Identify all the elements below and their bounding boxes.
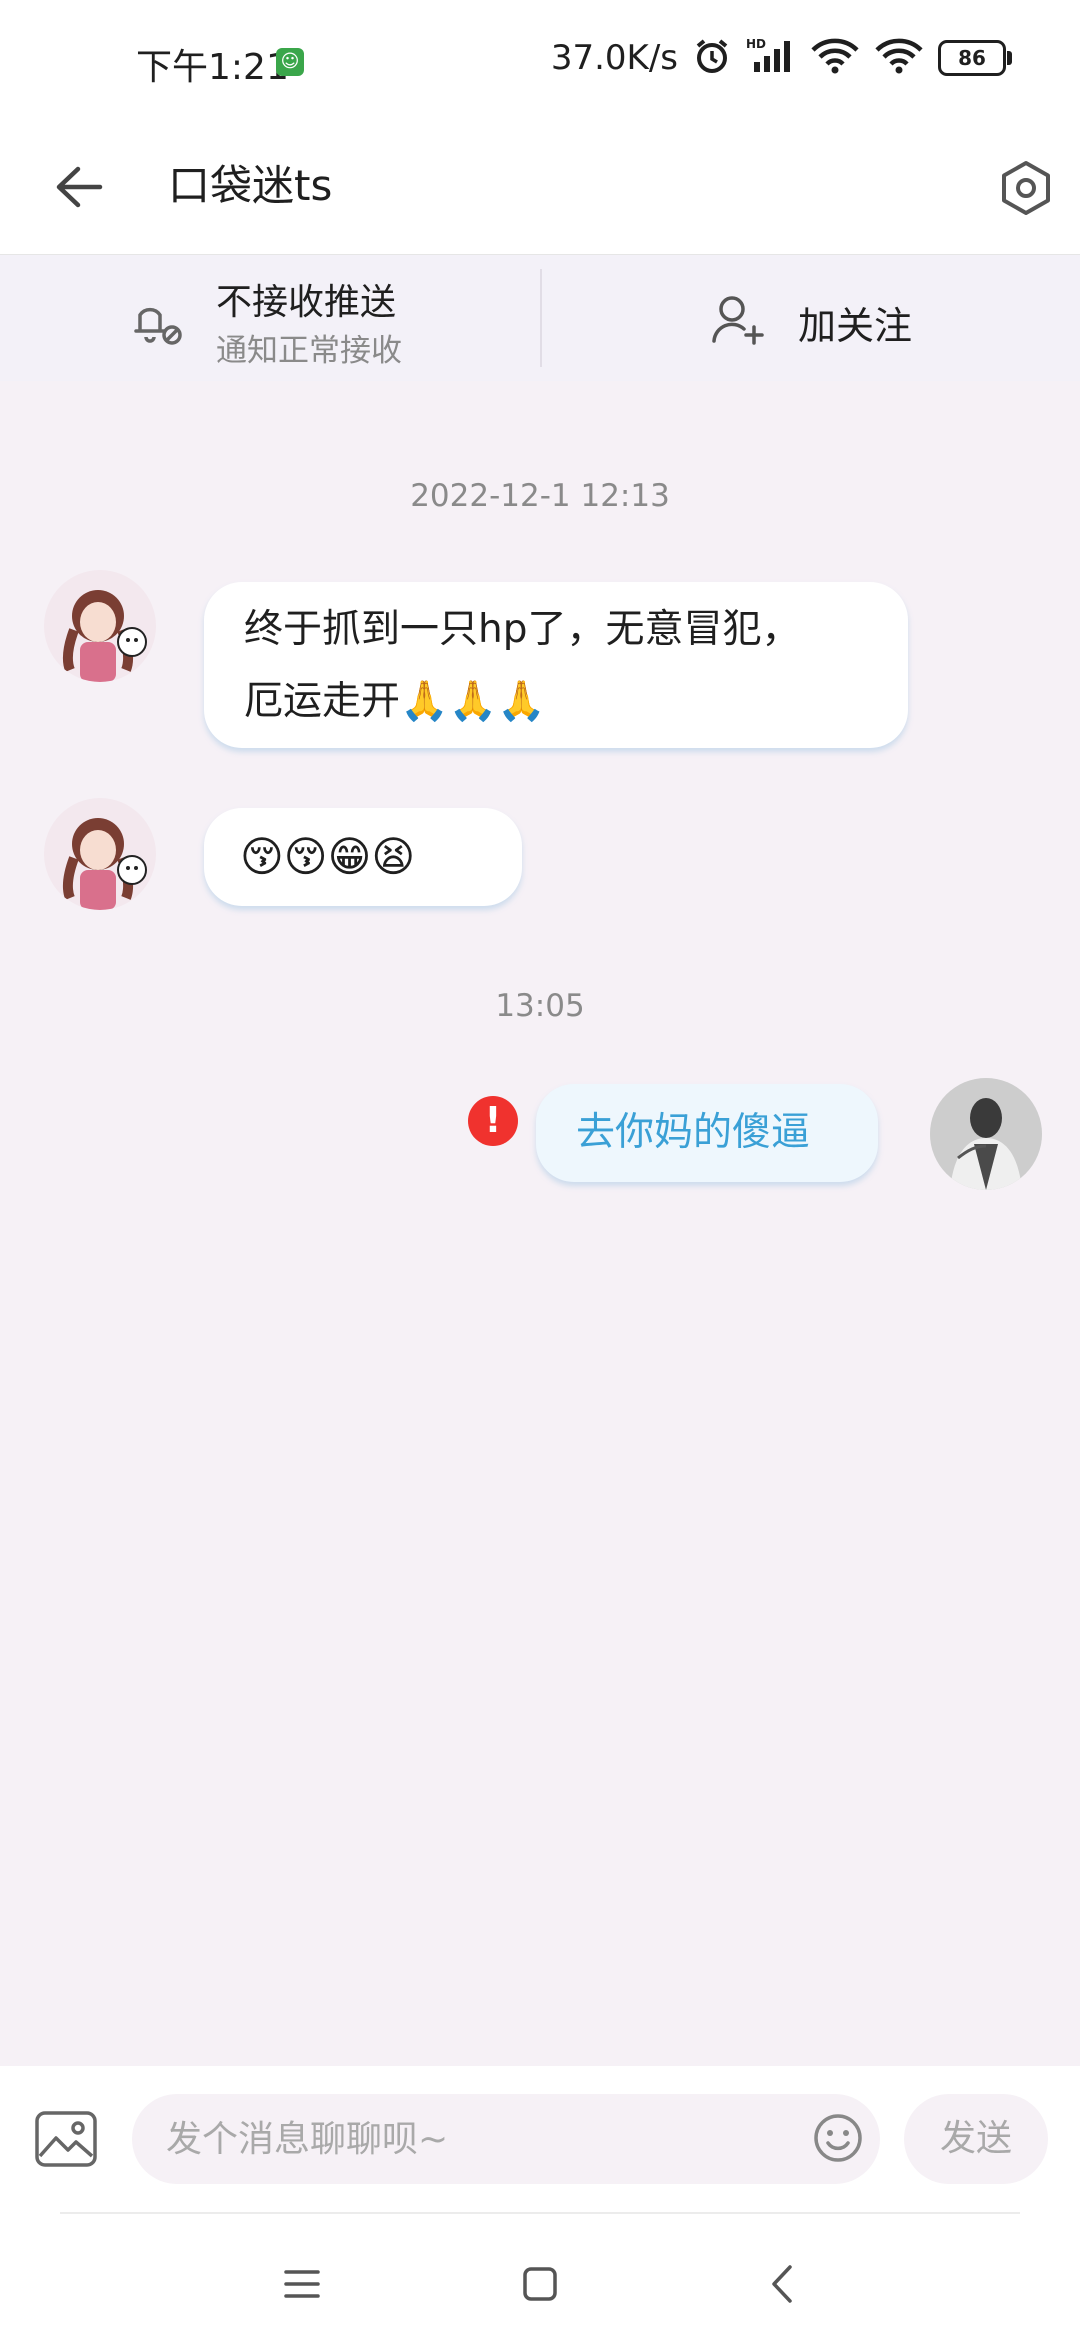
push-toggle[interactable]: 不接收推送 通知正常接收 [0,255,540,381]
assistant-icon: ☺ [276,48,304,76]
square-icon [523,2267,557,2301]
alarm-icon [692,36,732,80]
chat-settings-button[interactable] [986,148,1066,228]
back-button[interactable] [44,152,114,222]
add-user-icon [712,296,764,345]
chevron-left-icon [772,2265,792,2303]
network-speed: 37.0K/s [550,38,678,78]
wifi-link-icon [874,36,924,80]
hd-signal-icon: HD [746,36,796,80]
svg-text:HD: HD [746,37,766,51]
image-picker-button[interactable] [34,2110,98,2172]
message-text-line: 厄运走开🙏🙏🙏 [244,679,546,724]
image-icon [35,2111,97,2167]
emoji-icon [814,2114,862,2162]
message-bubble-outgoing[interactable]: 去你妈的傻逼 [536,1084,878,1182]
push-title: 不接收推送 [216,282,397,323]
send-failed-icon[interactable]: ! [468,1096,518,1146]
send-button[interactable]: 发送 [904,2094,1048,2184]
input-bar: 发送 [0,2066,1080,2212]
emoji-button[interactable] [812,2112,864,2168]
chat-header: 口袋迷ts [0,122,1080,255]
status-time: 下午1:21 [136,47,289,88]
battery-indicator: 86 [938,40,1012,76]
page-title: 口袋迷ts [168,161,333,210]
menu-icon [284,2270,320,2298]
recent-apps-button[interactable] [272,2254,332,2314]
avatar[interactable] [44,798,156,910]
message-text-line: 终于抓到一只hp了，无意冒犯， [244,607,801,652]
push-subtitle: 通知正常接收 [216,333,402,369]
arrow-left-icon [56,166,103,208]
follow-button[interactable]: 加关注 [542,255,1080,381]
follow-label: 加关注 [798,304,913,348]
message-input[interactable] [132,2094,880,2184]
message-bubble-incoming[interactable]: 终于抓到一只hp了，无意冒犯， 厄运走开🙏🙏🙏 [204,582,908,748]
avatar[interactable] [44,570,156,682]
home-button[interactable] [510,2254,570,2314]
bell-muted-icon [134,307,182,345]
wifi-icon [810,36,860,80]
system-nav-bar [0,2212,1080,2340]
message-timestamp: 13:05 [495,988,585,1024]
status-indicators: 37.0K/s HD 86 [550,36,1012,80]
message-bubble-incoming[interactable]: 😚😚😁😫 [204,808,522,906]
hexagon-settings-icon [1002,161,1050,215]
nav-back-button[interactable] [752,2254,812,2314]
message-emoji: 😚😚😁😫 [240,832,416,881]
message-timestamp: 2022-12-1 12:13 [410,478,670,514]
status-bar: 下午1:21 ☺ 37.0K/s HD 86 [0,0,1080,122]
my-avatar[interactable] [930,1078,1042,1190]
message-text: 去你妈的傻逼 [576,1110,811,1155]
subscription-bar: 不接收推送 通知正常接收 加关注 [0,255,1080,381]
divider [60,2212,1020,2214]
